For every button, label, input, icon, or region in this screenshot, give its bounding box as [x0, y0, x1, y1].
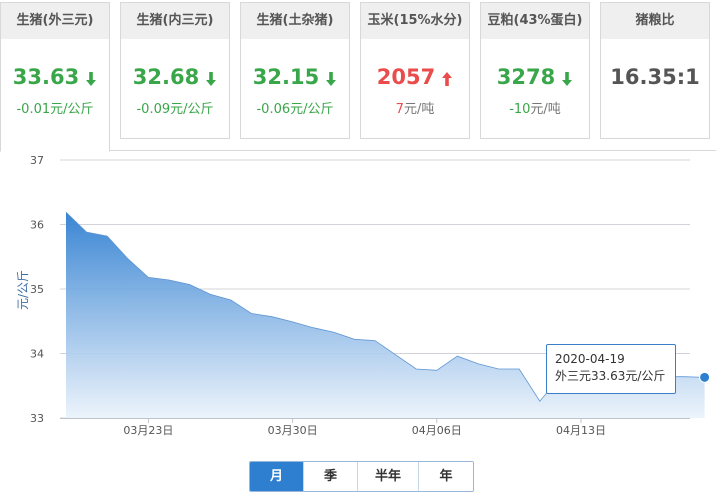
card-value-number: 32.68	[132, 65, 200, 89]
y-axis-label: 元/公斤	[16, 270, 30, 310]
price-cards: 生猪(外三元) 33.63 -0.01元/公斤 生猪(内三元) 32.68 -0…	[0, 0, 716, 152]
card-change: -10元/吨	[481, 98, 589, 117]
card-change-unit: 元/吨	[530, 102, 561, 117]
card-value-number: 2057	[376, 65, 436, 89]
tooltip-date: 2020-04-19	[555, 352, 625, 366]
card-title: 猪粮比	[601, 3, 709, 39]
card-title: 生猪(土杂猪)	[241, 3, 349, 39]
card-change: -0.06元/公斤	[256, 102, 334, 117]
card-value-number: 32.15	[252, 65, 320, 89]
card-value: 16.35:1	[601, 65, 709, 89]
card-pig-tuzazhu[interactable]: 生猪(土杂猪) 32.15 -0.06元/公斤	[240, 2, 350, 139]
card-value: 2057	[361, 65, 469, 92]
x-tick-label: 04月06日	[412, 424, 462, 437]
card-pig-waisanyuan[interactable]: 生猪(外三元) 33.63 -0.01元/公斤	[0, 2, 110, 152]
card-change: 7元/吨	[361, 98, 469, 117]
card-soymeal[interactable]: 豆粕(43%蛋白) 3278 -10元/吨	[480, 2, 590, 139]
card-change-number: -10	[509, 102, 531, 117]
card-change: -0.09元/公斤	[136, 102, 214, 117]
card-change: -0.01元/公斤	[16, 102, 94, 117]
arrow-down-icon	[561, 68, 573, 92]
period-year-button[interactable]: 年	[419, 462, 473, 491]
card-change-unit: 元/吨	[403, 102, 435, 117]
arrow-down-icon	[205, 68, 217, 92]
period-selector: 月 季 半年 年	[249, 461, 474, 492]
card-change-number: 7	[395, 102, 404, 117]
card-pig-grain-ratio[interactable]: 猪粮比 16.35:1	[600, 2, 710, 139]
card-value-number: 16.35:1	[610, 65, 700, 89]
card-title: 生猪(外三元)	[1, 3, 109, 39]
card-corn[interactable]: 玉米(15%水分) 2057 7元/吨	[360, 2, 470, 139]
card-value: 32.15	[241, 65, 349, 92]
y-tick-label: 34	[30, 348, 44, 361]
y-tick-label: 33	[30, 412, 44, 425]
highlight-point[interactable]	[699, 371, 711, 383]
period-month-button[interactable]: 月	[250, 462, 304, 491]
arrow-up-icon	[441, 68, 453, 92]
card-value-number: 3278	[496, 65, 556, 89]
card-title: 豆粕(43%蛋白)	[481, 3, 589, 39]
y-tick-label: 36	[30, 219, 44, 232]
card-value-number: 33.63	[12, 65, 80, 89]
tooltip-value: 外三元33.63元/公斤	[555, 369, 666, 383]
y-tick-label: 37	[30, 154, 44, 167]
x-tick-label: 03月23日	[123, 424, 173, 437]
card-value: 32.68	[121, 65, 229, 92]
y-tick-label: 35	[30, 283, 44, 296]
period-quarter-button[interactable]: 季	[304, 462, 358, 491]
card-title: 玉米(15%水分)	[361, 3, 469, 39]
arrow-down-icon	[85, 68, 97, 92]
price-area-chart[interactable]: 33 34 35 36 37 03月23日 03月30日 04月06日 04月13日 元/公斤	[0, 150, 716, 440]
x-tick-label: 03月30日	[268, 424, 318, 437]
arrow-down-icon	[325, 68, 337, 92]
period-halfyear-button[interactable]: 半年	[358, 462, 419, 491]
card-title: 生猪(内三元)	[121, 3, 229, 39]
x-tick-label: 04月13日	[556, 424, 606, 437]
chart-tooltip: 2020-04-19 外三元33.63元/公斤	[546, 344, 676, 394]
card-value: 3278	[481, 65, 589, 92]
card-pig-neisanyuan[interactable]: 生猪(内三元) 32.68 -0.09元/公斤	[120, 2, 230, 139]
card-value: 33.63	[1, 65, 109, 92]
